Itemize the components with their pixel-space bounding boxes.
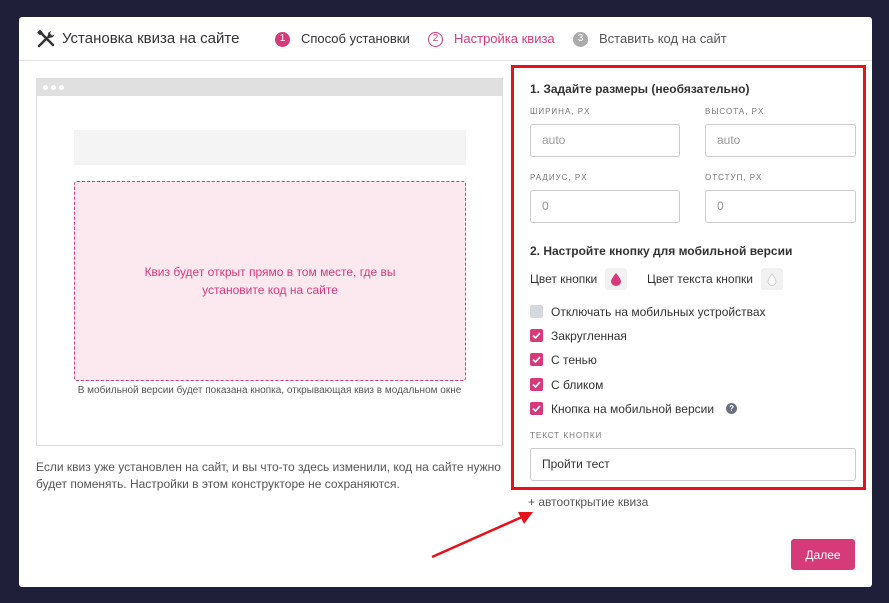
offset-label: ОТСТУП, PX (705, 173, 763, 182)
droplet-icon[interactable] (605, 268, 628, 290)
checkbox-label: С бликом (551, 377, 604, 392)
page-title: Установка квиза на сайте (62, 30, 240, 47)
checkmark-icon[interactable] (530, 353, 543, 366)
checkbox-label: Отключать на мобильных устройствах (551, 304, 766, 319)
step-insert-code[interactable]: 3 Вставить код на сайт (573, 31, 727, 47)
browser-bar (37, 79, 502, 96)
size-section-title: 1. Задайте размеры (необязательно) (530, 82, 750, 96)
offset-input[interactable]: 0 (705, 190, 856, 223)
checkbox-rounded[interactable]: Закругленная (530, 328, 627, 343)
step-install-method[interactable]: 1 Способ установки (275, 31, 410, 47)
quiz-embed-zone: Квиз будет открыт прямо в том месте, где… (74, 181, 466, 381)
checkbox-icon[interactable] (530, 305, 543, 318)
mobile-section-title: 2. Настройте кнопку для мобильной версии (530, 244, 793, 258)
step-label: Способ установки (301, 31, 410, 46)
step-number: 1 (275, 31, 290, 47)
checkmark-icon[interactable] (530, 378, 543, 391)
text-color-picker[interactable]: Цвет текста кнопки (647, 268, 784, 290)
step-number: 2 (428, 31, 443, 47)
step-label: Вставить код на сайт (599, 31, 727, 46)
checkmark-icon[interactable] (530, 402, 543, 415)
width-input[interactable]: auto (530, 124, 680, 157)
checkbox-disable-mobile[interactable]: Отключать на мобильных устройствах (530, 304, 766, 319)
window-dot-icon (59, 85, 64, 90)
button-color-picker[interactable]: Цвет кнопки (530, 268, 628, 290)
quiz-zone-text: Квиз будет открыт прямо в том месте, где… (144, 265, 396, 297)
button-color-label: Цвет кнопки (530, 272, 598, 286)
mobile-note: В мобильной версии будет показана кнопка… (77, 385, 462, 396)
window-dot-icon (51, 85, 56, 90)
button-text-input[interactable]: Пройти тест (530, 448, 856, 481)
settings-panel: 1. Задайте размеры (необязательно) ШИРИН… (511, 65, 866, 490)
checkbox-label: Закругленная (551, 328, 627, 343)
step-label: Настройка квиза (454, 31, 555, 46)
modal-header: Установка квиза на сайте 1 Способ устано… (19, 17, 872, 61)
install-modal: Установка квиза на сайте 1 Способ устано… (19, 17, 872, 587)
tools-icon (37, 29, 55, 48)
radius-label: РАДИУС, PX (530, 173, 588, 182)
checkbox-shadow[interactable]: С тенью (530, 352, 597, 367)
radius-input[interactable]: 0 (530, 190, 680, 223)
footer-note: Если квиз уже установлен на сайт, и вы ч… (36, 460, 501, 491)
droplet-outline-icon[interactable] (761, 268, 784, 290)
button-text-label: ТЕКСТ КНОПКИ (530, 431, 603, 440)
checkmark-icon[interactable] (530, 329, 543, 342)
step-number: 3 (573, 31, 588, 47)
width-label: ШИРИНА, PX (530, 107, 591, 116)
checkbox-glare[interactable]: С бликом (530, 377, 603, 392)
height-input[interactable]: auto (705, 124, 856, 157)
autoopen-link[interactable]: + автооткрытие квиза (528, 495, 648, 509)
next-button[interactable]: Далее (791, 539, 855, 570)
window-dot-icon (43, 85, 48, 90)
checkbox-label: Кнопка на мобильной версии (551, 401, 715, 416)
text-color-label: Цвет текста кнопки (647, 272, 754, 286)
height-label: ВЫСОТА, PX (705, 107, 765, 116)
step-quiz-settings[interactable]: 2 Настройка квиза (428, 31, 555, 47)
help-icon[interactable]: ? (726, 403, 738, 414)
content-placeholder (74, 130, 466, 165)
checkbox-mobile-button[interactable]: Кнопка на мобильной версии ? (530, 401, 738, 416)
site-preview: Квиз будет открыт прямо в том месте, где… (36, 78, 503, 446)
checkbox-label: С тенью (551, 352, 597, 367)
